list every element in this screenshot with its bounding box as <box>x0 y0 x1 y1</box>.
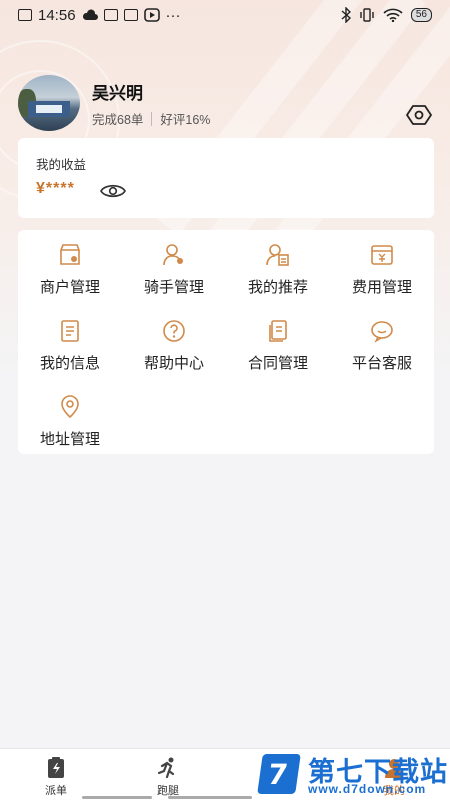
chat-icon <box>371 321 393 343</box>
status-bar: 14:56 ··· 56 <box>0 0 450 30</box>
rating: 好评16% <box>160 113 211 127</box>
close-notification-icon <box>18 9 32 21</box>
income-card[interactable]: 我的收益 ¥**** <box>18 138 434 218</box>
user-name: 吴兴明 <box>92 84 143 103</box>
menu-label: 我的信息 <box>39 355 100 372</box>
menu-label: 合同管理 <box>247 355 308 372</box>
vibrate-icon <box>360 8 374 22</box>
home-indicator-left <box>82 796 152 799</box>
menu-label: 地址管理 <box>39 431 100 448</box>
rider-icon <box>163 244 183 266</box>
app-notification-icon <box>103 9 118 21</box>
menu-label: 骑手管理 <box>143 279 204 296</box>
menu-item-merchant[interactable]: 商户管理 <box>18 234 122 300</box>
watermark-logo: 7 <box>257 754 301 794</box>
menu-item-help[interactable]: 帮助中心 <box>122 310 226 376</box>
menu-item-referral[interactable]: 我的推荐 <box>226 234 330 300</box>
tab-label: 派单 <box>45 785 67 797</box>
menu-item-contract[interactable]: 合同管理 <box>226 310 330 376</box>
app-notification-icon-2 <box>123 9 138 21</box>
profile-header: 吴兴明 完成68单 好评16% <box>18 75 432 131</box>
battery-indicator: 56 <box>410 8 432 22</box>
income-title: 我的收益 <box>36 158 87 172</box>
avatar[interactable] <box>18 75 80 131</box>
menu-item-info[interactable]: 我的信息 <box>18 310 122 376</box>
user-stats: 完成68单 好评16% <box>92 109 210 128</box>
bluetooth-icon <box>341 7 351 23</box>
menu-item-customer-service[interactable]: 平台客服 <box>330 310 434 376</box>
menu-item-rider[interactable]: 骑手管理 <box>122 234 226 300</box>
info-icon <box>61 320 79 342</box>
settings-icon[interactable] <box>406 105 432 125</box>
watermark: 7 第七下载站 www.d7down.com <box>256 748 450 800</box>
menu-label: 商户管理 <box>39 279 100 296</box>
menu-label: 费用管理 <box>351 279 412 296</box>
fee-icon <box>371 245 393 265</box>
menu-grid: 商户管理 骑手管理 我的推荐 费用管理 我的信息 帮助中心 合同管理 平台客服 … <box>18 230 434 454</box>
contract-icon <box>269 320 287 342</box>
help-icon <box>163 320 185 342</box>
location-icon <box>61 395 79 419</box>
completed-orders: 完成68单 <box>92 113 144 127</box>
menu-item-address[interactable]: 地址管理 <box>18 386 122 452</box>
stats-divider <box>151 111 153 126</box>
shop-icon <box>60 244 80 265</box>
income-value: ¥**** <box>36 180 75 197</box>
home-indicator-center <box>168 796 252 799</box>
menu-label: 我的推荐 <box>247 279 308 296</box>
more-notifications: ··· <box>165 6 181 24</box>
tab-errand[interactable]: 跑腿 <box>112 749 224 800</box>
menu-item-fee[interactable]: 费用管理 <box>330 234 434 300</box>
watermark-url: www.d7down.com <box>308 782 427 796</box>
dispatch-icon <box>48 757 64 778</box>
runner-icon <box>157 757 175 779</box>
wifi-icon <box>383 8 403 22</box>
eye-icon[interactable] <box>100 182 126 200</box>
tab-dispatch[interactable]: 派单 <box>0 749 112 800</box>
video-icon <box>143 8 160 22</box>
menu-label: 平台客服 <box>351 355 412 372</box>
menu-label: 帮助中心 <box>143 355 204 372</box>
referral-icon <box>266 244 289 266</box>
cloud-icon <box>82 9 98 20</box>
status-time: 14:56 <box>38 6 76 24</box>
